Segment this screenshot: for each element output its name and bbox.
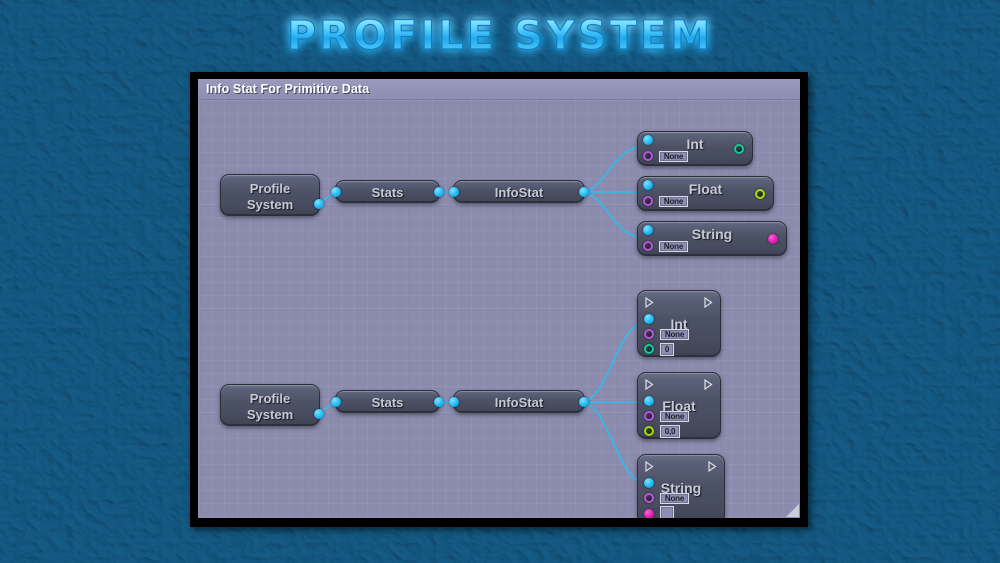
pin-input-purple[interactable]: [643, 196, 653, 206]
pin-input-purple[interactable]: [643, 151, 653, 161]
pin-input-cyan[interactable]: [643, 225, 653, 235]
node-stats-2[interactable]: Stats: [331, 390, 444, 413]
pin-input-teal[interactable]: [644, 344, 654, 354]
exec-in-icon[interactable]: [645, 297, 654, 308]
value-field-int[interactable]: 0: [660, 343, 674, 356]
pin-output-magenta[interactable]: [768, 234, 778, 244]
pin-input-cyan[interactable]: [331, 397, 341, 407]
pin-input-magenta[interactable]: [644, 509, 654, 518]
dropdown-none[interactable]: None: [660, 411, 689, 422]
pin-output-teal[interactable]: [734, 144, 744, 154]
pin-input-purple[interactable]: [644, 329, 654, 339]
pin-output-cyan[interactable]: [314, 199, 324, 209]
exec-out-icon[interactable]: [708, 461, 717, 472]
pin-input-cyan[interactable]: [644, 396, 654, 406]
node-profile-system-1[interactable]: Profile System: [220, 174, 324, 216]
value-field-float[interactable]: 0,0: [660, 425, 680, 438]
node-infostat-1[interactable]: InfoStat: [449, 180, 589, 203]
node-label: String: [691, 226, 733, 242]
graph-panel-window: Info Stat For Primitive Data Profile Sys…: [190, 72, 808, 527]
node-int-getter[interactable]: Int None: [637, 131, 753, 166]
node-label: Stats: [371, 395, 404, 410]
node-label: Profile System: [246, 391, 294, 422]
node-string-setter[interactable]: String None: [637, 454, 725, 518]
dropdown-none[interactable]: None: [660, 493, 689, 504]
graph-canvas[interactable]: Profile System Stats InfoStat Int None F…: [198, 100, 800, 518]
pin-input-purple[interactable]: [643, 241, 653, 251]
wire-info-int-1: [579, 146, 643, 193]
node-label: Float: [688, 181, 723, 197]
pin-input-cyan[interactable]: [643, 180, 653, 190]
node-label: InfoStat: [494, 185, 544, 200]
node-float-getter[interactable]: Float None: [637, 176, 774, 211]
resize-grip[interactable]: [786, 504, 799, 517]
node-profile-system-2[interactable]: Profile System: [220, 384, 324, 426]
node-stats-1[interactable]: Stats: [331, 180, 444, 203]
pin-output-cyan[interactable]: [314, 409, 324, 419]
exec-in-icon[interactable]: [645, 461, 654, 472]
pin-output-cyan[interactable]: [579, 187, 589, 197]
value-field-string[interactable]: [660, 506, 674, 518]
node-int-setter[interactable]: Int None 0: [637, 290, 721, 357]
pin-output-cyan[interactable]: [434, 397, 444, 407]
wire-info-string-1: [579, 191, 643, 238]
node-label: Profile System: [246, 181, 294, 212]
pin-input-cyan[interactable]: [644, 478, 654, 488]
pin-input-lime[interactable]: [644, 426, 654, 436]
pin-input-cyan[interactable]: [643, 135, 653, 145]
dropdown-none[interactable]: None: [659, 241, 688, 252]
exec-out-icon[interactable]: [704, 379, 713, 390]
node-label: Stats: [371, 185, 404, 200]
dropdown-none[interactable]: None: [659, 151, 688, 162]
exec-out-icon[interactable]: [704, 297, 713, 308]
graph-panel-inner: Info Stat For Primitive Data Profile Sys…: [198, 79, 800, 518]
app-root: PROFILE SYSTEM Info Stat For Primitive D…: [0, 0, 1000, 563]
dropdown-none[interactable]: None: [659, 196, 688, 207]
pin-input-cyan[interactable]: [644, 314, 654, 324]
node-float-setter[interactable]: Float None 0,0: [637, 372, 721, 439]
node-string-getter[interactable]: String None: [637, 221, 787, 256]
pin-output-lime[interactable]: [755, 189, 765, 199]
pin-input-cyan[interactable]: [449, 187, 459, 197]
panel-header-title: Info Stat For Primitive Data: [206, 82, 370, 96]
pin-output-cyan[interactable]: [434, 187, 444, 197]
pin-input-cyan[interactable]: [449, 397, 459, 407]
pin-input-purple[interactable]: [644, 493, 654, 503]
node-infostat-2[interactable]: InfoStat: [449, 390, 589, 413]
panel-header: Info Stat For Primitive Data: [198, 79, 800, 100]
pin-input-purple[interactable]: [644, 411, 654, 421]
pin-output-cyan[interactable]: [579, 397, 589, 407]
exec-in-icon[interactable]: [645, 379, 654, 390]
node-label: InfoStat: [494, 395, 544, 410]
pin-input-cyan[interactable]: [331, 187, 341, 197]
dropdown-none[interactable]: None: [660, 329, 689, 340]
